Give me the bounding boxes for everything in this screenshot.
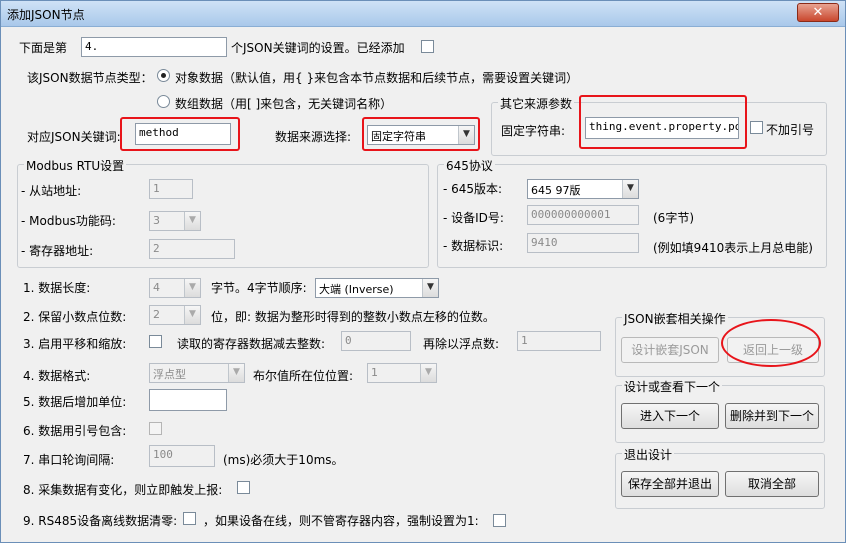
quote-data-checkbox[interactable] bbox=[149, 422, 162, 435]
function-code-label: - Modbus功能码: bbox=[21, 214, 116, 228]
node-index-field[interactable]: 4. bbox=[81, 37, 227, 57]
bool-bit-value: 1 bbox=[371, 366, 378, 379]
delete-next-button[interactable]: 删除并到下一个 bbox=[725, 403, 819, 429]
divide-field[interactable]: 1 bbox=[517, 331, 601, 351]
quote-data-label: 6. 数据用引号包含: bbox=[23, 424, 127, 438]
offline-clear-checkbox[interactable] bbox=[183, 512, 196, 525]
offline-force-label: ，如果设备在线，则不管寄存器内容，强制设置为1: bbox=[203, 514, 479, 528]
bool-bit-label: 布尔值所在位位置: bbox=[253, 369, 354, 383]
scaling-label: 3. 启用平移和缩放: bbox=[23, 337, 127, 351]
p645-version-value: 645 97版 bbox=[531, 184, 581, 197]
chevron-down-icon: ▼ bbox=[622, 180, 638, 198]
device-id-hint: (6字节) bbox=[653, 211, 694, 225]
decimal-places-label: 2. 保留小数点位数: bbox=[23, 310, 127, 324]
unit-suffix-field[interactable] bbox=[149, 389, 227, 411]
function-code-value: 3 bbox=[153, 214, 160, 227]
dialog-window: 添加JSON节点 ✕ 下面是第 4. 个JSON关键词的设置。已经添加 该JSO… bbox=[0, 0, 846, 543]
device-id-field[interactable]: 000000000001 bbox=[527, 205, 639, 225]
poll-interval-field[interactable]: 100 bbox=[149, 445, 215, 467]
subtract-field[interactable]: 0 bbox=[341, 331, 411, 351]
scaling-checkbox[interactable] bbox=[149, 335, 162, 348]
fixed-string-label: 固定字符串: bbox=[501, 124, 566, 138]
chevron-down-icon: ▼ bbox=[420, 364, 436, 382]
byte-order-value: 大端 (Inverse) bbox=[319, 283, 394, 296]
save-exit-button[interactable]: 保存全部并退出 bbox=[621, 471, 719, 497]
chevron-down-icon: ▼ bbox=[184, 212, 200, 230]
subtract-label: 读取的寄存器数据减去整数: bbox=[177, 337, 326, 351]
p645-version-label: - 645版本: bbox=[443, 182, 503, 196]
p645-version-select[interactable]: 645 97版 ▼ bbox=[527, 179, 639, 199]
data-length-select[interactable]: 4 ▼ bbox=[149, 278, 201, 298]
node-type-label: 该JSON数据节点类型： bbox=[27, 71, 153, 85]
offline-clear-label: 9. RS485设备离线数据清零: bbox=[23, 514, 178, 528]
byte-order-label: 字节。4字节顺序: bbox=[211, 281, 307, 295]
data-format-label: 4. 数据格式: bbox=[23, 369, 91, 383]
slave-address-label: - 从站地址: bbox=[21, 184, 82, 198]
header-prefix: 下面是第 bbox=[19, 41, 68, 55]
data-mark-hint: (例如填9410表示上月总电能) bbox=[653, 241, 813, 255]
p645-title: 645协议 bbox=[444, 157, 495, 174]
register-address-field[interactable]: 2 bbox=[149, 239, 235, 259]
no-quote-checkbox[interactable] bbox=[750, 121, 763, 134]
cancel-all-button[interactable]: 取消全部 bbox=[725, 471, 819, 497]
bool-bit-select[interactable]: 1 ▼ bbox=[367, 363, 437, 383]
no-quote-label: 不加引号 bbox=[766, 123, 815, 137]
register-address-label: - 寄存器地址: bbox=[21, 244, 94, 258]
byte-order-select[interactable]: 大端 (Inverse) ▼ bbox=[315, 278, 439, 298]
other-source-title: 其它来源参数 bbox=[498, 95, 575, 112]
chevron-down-icon: ▼ bbox=[184, 279, 200, 297]
device-id-label: - 设备ID号: bbox=[443, 211, 504, 225]
data-length-label: 1. 数据长度: bbox=[23, 281, 91, 295]
data-mark-label: - 数据标识: bbox=[443, 239, 504, 253]
nested-ops-title: JSON嵌套相关操作 bbox=[622, 310, 728, 327]
key-highlight bbox=[120, 117, 240, 151]
decimal-places-desc: 位，即: 数据为整形时得到的整数小数点左移的位数。 bbox=[211, 310, 495, 324]
design-nested-button[interactable]: 设计嵌套JSON bbox=[621, 337, 719, 363]
next-ops-title: 设计或查看下一个 bbox=[622, 378, 723, 395]
chevron-down-icon: ▼ bbox=[184, 306, 200, 324]
array-radio[interactable] bbox=[157, 95, 170, 108]
change-trigger-checkbox[interactable] bbox=[237, 481, 250, 494]
unit-suffix-label: 5. 数据后增加单位: bbox=[23, 395, 127, 409]
back-up-highlight bbox=[721, 319, 821, 367]
array-option-label: 数组数据（用[ ]来包含，无关键词名称） bbox=[175, 97, 393, 111]
object-option-label: 对象数据（默认值，用{ }来包含本节点数据和后续节点，需要设置关键词） bbox=[175, 71, 579, 85]
slave-address-field[interactable]: 1 bbox=[149, 179, 193, 199]
added-checkbox[interactable] bbox=[421, 40, 434, 53]
chevron-down-icon: ▼ bbox=[228, 364, 244, 382]
data-mark-field[interactable]: 9410 bbox=[527, 233, 639, 253]
poll-interval-label: 7. 串口轮询间隔: bbox=[23, 453, 115, 467]
data-format-select[interactable]: 浮点型 ▼ bbox=[149, 363, 245, 383]
window-title: 添加JSON节点 bbox=[7, 8, 85, 22]
modbus-title: Modbus RTU设置 bbox=[24, 157, 127, 174]
divide-label: 再除以浮点数: bbox=[423, 337, 500, 351]
data-length-value: 4 bbox=[153, 281, 160, 294]
function-code-select[interactable]: 3 ▼ bbox=[149, 211, 201, 231]
decimal-places-value: 2 bbox=[153, 308, 160, 321]
close-button[interactable]: ✕ bbox=[797, 3, 839, 22]
change-trigger-label: 8. 采集数据有变化，则立即触发上报: bbox=[23, 483, 223, 497]
fixed-string-highlight bbox=[579, 95, 747, 149]
decimal-places-select[interactable]: 2 ▼ bbox=[149, 305, 201, 325]
offline-force-checkbox[interactable] bbox=[493, 514, 506, 527]
header-suffix: 个JSON关键词的设置。已经添加 bbox=[231, 41, 405, 55]
source-highlight bbox=[362, 117, 480, 151]
enter-next-button[interactable]: 进入下一个 bbox=[621, 403, 719, 429]
exit-ops-title: 退出设计 bbox=[622, 446, 675, 463]
title-bar: 添加JSON节点 ✕ bbox=[1, 1, 845, 27]
data-format-value: 浮点型 bbox=[153, 368, 186, 381]
object-radio[interactable] bbox=[157, 69, 170, 82]
dialog-client: 下面是第 4. 个JSON关键词的设置。已经添加 该JSON数据节点类型： 对象… bbox=[7, 29, 841, 538]
data-source-label: 数据来源选择: bbox=[275, 130, 352, 144]
json-key-label: 对应JSON关键词: bbox=[27, 130, 121, 144]
poll-interval-hint: (ms)必须大于10ms。 bbox=[223, 453, 344, 467]
chevron-down-icon: ▼ bbox=[422, 279, 438, 297]
